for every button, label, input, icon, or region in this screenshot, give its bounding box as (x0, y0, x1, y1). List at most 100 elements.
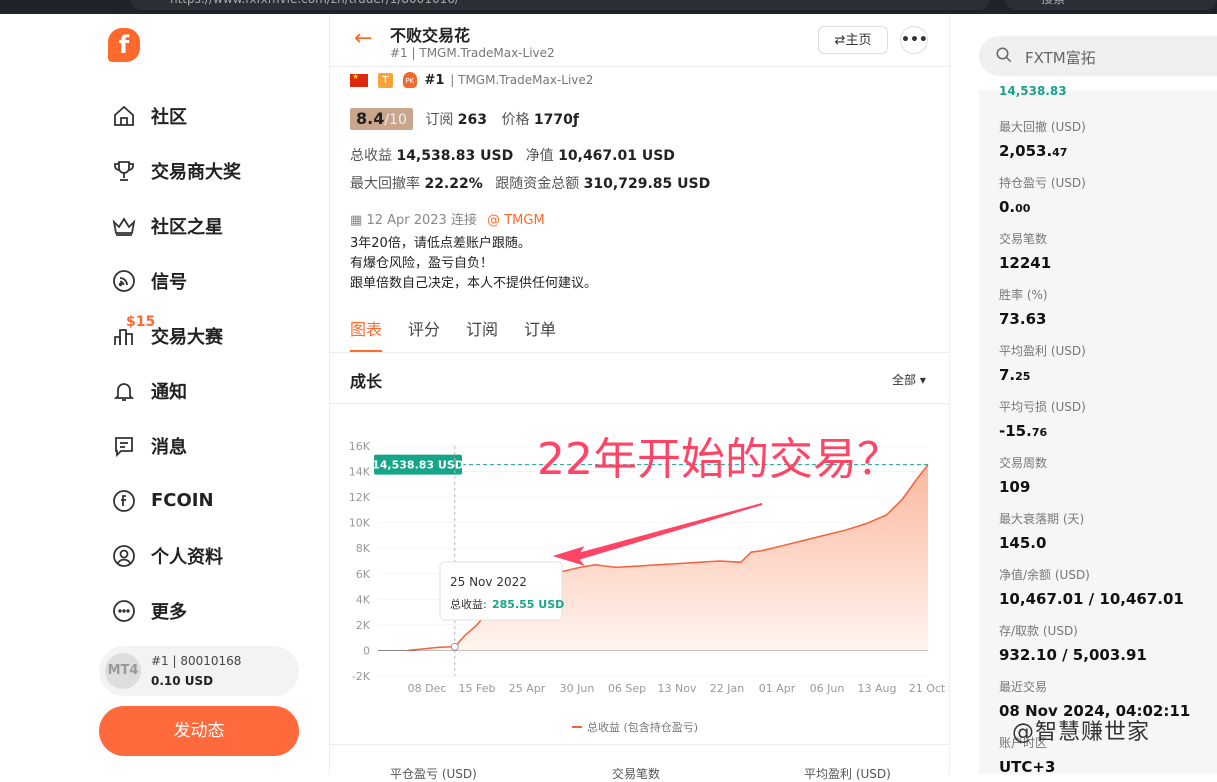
tab-subscriptions[interactable]: 订阅 (466, 316, 498, 352)
search-placeholder: FXTM富拓 (1025, 49, 1096, 67)
search-icon (996, 47, 1012, 63)
message-icon (110, 432, 138, 460)
site-search-input[interactable]: FXTM富拓 (979, 36, 1217, 76)
stat-value-main: 145.0 (999, 534, 1047, 552)
total-profit-value: 14,538.83 USD (396, 148, 514, 164)
stat-label: 持仓盈亏 (USD) (999, 176, 1086, 190)
y-tick-label: 4K (356, 593, 371, 606)
stat-value-main: 0. (999, 198, 1016, 216)
range-dropdown[interactable]: 全部 ▾ (892, 371, 926, 388)
equity-label: 净值 (525, 148, 554, 164)
trophy-icon (110, 157, 138, 185)
x-tick-label: 22 Jan (710, 682, 744, 695)
sidebar-item-label: 社区之星 (151, 216, 223, 238)
y-tick-label: 0 (363, 644, 370, 657)
hover-point (450, 642, 459, 651)
stat-value-main: -15. (999, 422, 1032, 440)
stat-label: 平均盈利 (USD) (999, 344, 1086, 358)
stat-label: 存/取款 (USD) (999, 624, 1078, 638)
drawdown-row: 最大回撤率 22.22% 跟随资金总额 310,729.85 USD (350, 173, 710, 193)
tab-orders[interactable]: 订单 (524, 316, 556, 352)
stat-value: 145.0 (999, 534, 1084, 552)
growth-chart[interactable]: 16K 14K 12K 10K 8K 6K 4K 2K 0 -2K 08 Dec 15 Feb 25 A… (330, 414, 949, 744)
sidebar-item-label: 社区 (151, 106, 187, 128)
post-button[interactable]: 发动态 (99, 706, 299, 756)
address-bar[interactable]: https://www.fxfxmvie.com/zh/trader/1/800… (130, 0, 990, 10)
sidebar-item-community[interactable]: 社区 (110, 88, 310, 143)
stat-item: 最大回撤 (USD) 2,053.47 (999, 118, 1086, 160)
score-row: 8.4/10 订阅 263 价格 1770ƒ (350, 108, 579, 130)
stat-item: 净值/余额 (USD) 10,467.01 / 10,467.01 (999, 566, 1184, 608)
price-label: 价格 (501, 112, 530, 128)
desc-line: 有爆仓风险，盈亏自负！ (350, 256, 494, 271)
y-tick-label: 12K (349, 491, 371, 504)
x-tick-label: 13 Aug (858, 682, 897, 695)
sidebar-item-community-stars[interactable]: 社区之星 (110, 198, 310, 253)
tooltip-label: 总收益: (450, 597, 487, 611)
stat-value-main: 7. (999, 366, 1016, 384)
stats-footer: 平仓盈亏 (USD) 交易笔数 平均盈利 (USD) (330, 744, 949, 781)
sidebar-item-signals[interactable]: 信号 (110, 253, 310, 308)
back-icon[interactable]: ← (354, 28, 372, 50)
sidebar-item-label: 交易大赛 (151, 326, 223, 348)
stat-value: 109 (999, 478, 1047, 496)
tab-chart[interactable]: 图表 (350, 316, 383, 352)
stat-value-main: 73.63 (999, 310, 1047, 328)
more-options-button[interactable]: ••• (900, 26, 928, 54)
sidebar-item-label: 个人资料 (151, 546, 223, 568)
stat-value-partial: 14,538.83 (999, 84, 1067, 98)
stat-value: 12241 (999, 254, 1051, 272)
equity-value: 10,467.01 USD (558, 148, 675, 164)
sidebar-item-notifications[interactable]: 通知 (110, 363, 310, 418)
legend-label: 总收益 (包含持仓盈亏) (587, 720, 698, 734)
stat-value: 73.63 (999, 310, 1048, 328)
tooltip-box (439, 561, 563, 621)
y-tick-label: 2K (356, 619, 371, 632)
stat-label: 交易周数 (999, 456, 1048, 470)
y-tick-label: 14K (349, 466, 371, 479)
x-tick-label: 01 Apr (759, 682, 796, 695)
account-card[interactable]: MT4 #1 | 80010168 0.10 USD (99, 646, 299, 696)
y-tick-label: 16K (349, 440, 371, 453)
x-tick-label: 21 Oct (909, 682, 946, 695)
sidebar-item-label: 更多 (151, 601, 187, 623)
stat-value-decimals: 76 (1031, 426, 1048, 439)
stat-label: 平均亏损 (USD) (999, 400, 1086, 414)
fcoin-unit-icon: ƒ (572, 112, 579, 128)
stats-panel: 14,538.83 最大回撤 (USD) 2,053.47 持仓盈亏 (USD) 0.… (979, 84, 1217, 776)
sidebar-item-broker-awards[interactable]: 交易商大奖 (110, 143, 310, 198)
chart-section-title: 成长 (350, 372, 383, 391)
account-id: #1 | 80010168 (151, 654, 242, 668)
divider (330, 403, 949, 404)
tooltip-value: 285.55 USD (492, 598, 564, 611)
subscribe-label: 订阅 (425, 112, 454, 128)
calendar-icon: ▦ (350, 213, 363, 228)
home-button[interactable]: ⇄主页 (818, 26, 888, 54)
growth-chart-svg: 16K 14K 12K 10K 8K 6K 4K 2K 0 -2K 08 Dec 15 Feb 25 A… (349, 434, 946, 734)
annotation-text: 22年开始的交易？ (537, 434, 901, 485)
browser-search-field[interactable]: 搜索 (1005, 0, 1217, 10)
user-icon (110, 542, 138, 570)
stat-value-main: 10,467.01 / 10,467.01 (999, 590, 1184, 608)
x-tick-label: 25 Apr (509, 682, 546, 695)
stat-label: 最近交易 (999, 680, 1048, 694)
sidebar-item-label: 信号 (151, 271, 187, 293)
stat-item: 持仓盈亏 (USD) 0.00 (999, 174, 1086, 216)
sidebar-item-label: FCOIN (151, 490, 214, 511)
x-tick-label: 13 Nov (658, 682, 697, 695)
rank: #1 (424, 72, 445, 88)
detail-header: ← 不败交易花 #1 | TMGM.TradeMax-Live2 ⇄主页 ••• (330, 14, 949, 67)
desc-line: 跟单倍数自己决定，本人不提供任何建议。 (350, 276, 598, 291)
sidebar-item-more[interactable]: 更多 (110, 583, 310, 638)
tab-rating[interactable]: 评分 (408, 316, 440, 352)
sidebar-item-contest[interactable]: $15 交易大赛 (110, 308, 310, 363)
x-tick-label: 08 Dec (408, 682, 447, 695)
sidebar-item-profile[interactable]: 个人资料 (110, 528, 310, 583)
sidebar-item-messages[interactable]: 消息 (110, 418, 310, 473)
broker-link[interactable]: @ TMGM (487, 213, 545, 228)
app-logo[interactable]: f (108, 28, 140, 62)
sidebar-item-fcoin[interactable]: FCOIN (110, 473, 310, 528)
account-balance: 0.10 USD (151, 674, 214, 688)
follow-funds-label: 跟随资金总额 (495, 176, 580, 192)
subscribe-count: 263 (457, 112, 488, 128)
